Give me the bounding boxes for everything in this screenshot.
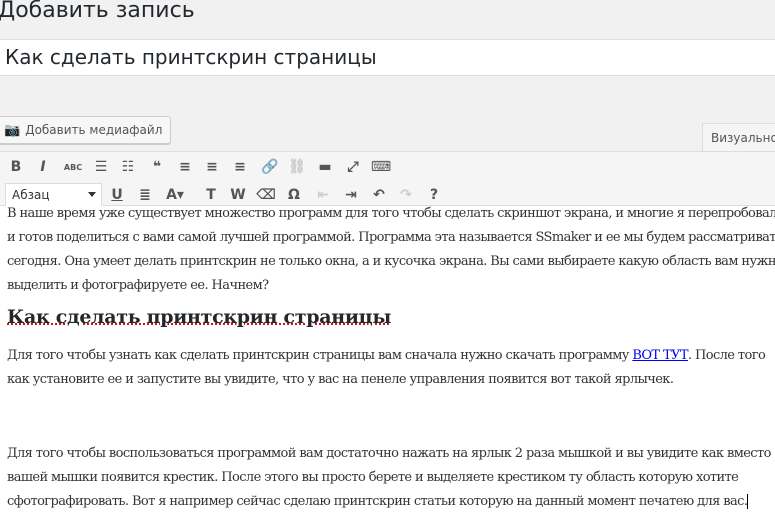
text-cursor [747, 494, 749, 509]
paste-text-icon[interactable]: T [200, 184, 222, 206]
tab-visual[interactable]: Визуально [702, 123, 775, 153]
add-media-label: Добавить медиафайл [25, 123, 163, 137]
paragraph-line: В наше время уже существует множество пр… [7, 206, 775, 221]
numbered-list-icon[interactable]: ☷ [117, 156, 139, 178]
toolbar-toggle-icon[interactable]: ⌨ [370, 156, 392, 178]
align-right-icon[interactable]: ≡ [229, 156, 251, 178]
paragraph-line: Для того чтобы узнать как сделать принтс… [7, 348, 766, 363]
clear-formatting-icon[interactable]: ⌫ [255, 184, 277, 206]
align-center-icon[interactable]: ≡ [201, 156, 223, 178]
paragraph-line: Для того чтобы воспользоваться программо… [7, 446, 771, 461]
strikethrough-icon[interactable]: ABC [62, 156, 84, 178]
italic-icon[interactable]: I [32, 156, 54, 178]
blockquote-icon[interactable]: ❝ [146, 156, 168, 178]
link-icon[interactable]: 🔗 [259, 156, 281, 178]
fullscreen-icon[interactable]: ⤢ [342, 156, 364, 178]
text: . После того [687, 348, 766, 363]
align-left-icon[interactable]: ≡ [174, 156, 196, 178]
chevron-down-icon [88, 192, 96, 197]
undo-icon[interactable]: ↶ [368, 184, 390, 206]
bold-icon[interactable]: B [5, 156, 27, 178]
paragraph-line: и готов поделиться с вами самой лучшей п… [7, 230, 775, 245]
format-select-value: Абзац [12, 188, 50, 202]
outdent-icon[interactable]: ⇤ [312, 184, 334, 206]
text: Для того чтобы узнать как сделать принтс… [7, 348, 633, 363]
paragraph-line: сфотографировать. Вот я например сейчас … [7, 494, 749, 509]
paragraph-line: как установите ее и запустите вы увидите… [7, 372, 674, 387]
unlink-icon[interactable]: ⛓ [286, 156, 308, 178]
indent-icon[interactable]: ⇥ [340, 184, 362, 206]
add-media-button[interactable]: 📷 Добавить медиафайл [0, 116, 172, 144]
redo-icon[interactable]: ↷ [395, 184, 417, 206]
paragraph-line: выделить и фотографируете ее. Начнем? [7, 278, 269, 293]
paste-word-icon[interactable]: W [227, 184, 249, 206]
help-icon[interactable]: ? [423, 184, 445, 206]
download-link[interactable]: ВОТ ТУТ [632, 348, 688, 363]
text-color-icon[interactable]: A▾ [164, 184, 186, 206]
format-select[interactable]: Абзац [5, 183, 102, 208]
bullet-list-icon[interactable]: ☰ [90, 156, 112, 178]
paragraph-line: вашей мышки появится крестик. После этог… [7, 470, 739, 485]
page-title: Добавить запись [0, 0, 195, 23]
read-more-icon[interactable]: ▬ [314, 156, 336, 178]
justify-icon[interactable]: ≣ [134, 184, 156, 206]
text: сфотографировать. Вот я например сейчас … [7, 494, 748, 509]
paragraph-line: сегодня. Она умеет делать принтскрин не … [7, 254, 775, 269]
media-icon: 📷 [4, 122, 21, 138]
editor-content[interactable]: В наше время уже существует множество пр… [0, 206, 775, 516]
editor-toolbar: Абзац B I ABC ☰ ☷ ❝ ≡ ≡ ≡ 🔗 ⛓ ▬ ⤢ ⌨ U ≣ A▾ T W ⌫ Ω ⇤ ⇥ ↶ ↷? [0, 151, 775, 208]
special-character-icon[interactable]: Ω [283, 184, 305, 206]
content-heading: Как сделать принтскрин страницы [7, 306, 392, 328]
underline-icon[interactable]: U [106, 184, 128, 206]
post-title-input[interactable]: Как сделать принтскрин страницы [0, 39, 775, 76]
